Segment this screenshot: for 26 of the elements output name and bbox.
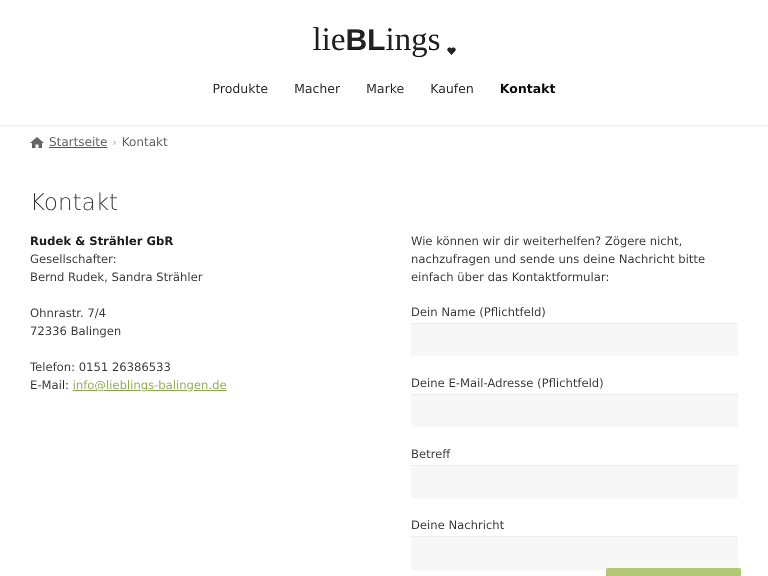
nav-link[interactable]: Produkte: [212, 81, 268, 96]
field-label: Betreff: [411, 446, 452, 463]
logo[interactable]: lieBLings: [312, 24, 440, 57]
nav-link[interactable]: Kontakt: [500, 81, 556, 96]
field-label: Deine Nachricht: [411, 517, 506, 534]
breadcrumb-link[interactable]: Startseite: [49, 135, 108, 149]
message-field[interactable]: [411, 536, 738, 570]
home-icon: [30, 136, 44, 148]
city-text: 72336 Balingen: [30, 323, 122, 340]
nav-link[interactable]: Kaufen: [430, 81, 474, 96]
field-label: Dein Name (Pflichtfeld): [411, 304, 547, 321]
email-label: E-Mail:: [30, 378, 69, 392]
field-label: Deine E-Mail-Adresse (Pflichtfeld): [411, 375, 605, 392]
nav-link[interactable]: Marke: [366, 81, 404, 96]
breadcrumb-separator: ›: [112, 136, 117, 148]
address-line: Bernd Rudek, Sandra Strähler: [30, 269, 204, 286]
breadcrumb-current: Kontakt: [122, 135, 168, 149]
floating-button[interactable]: [606, 568, 741, 576]
company-name: Rudek & Strähler GbR: [30, 233, 174, 250]
nav-link[interactable]: Macher: [294, 81, 340, 96]
phone-text: Telefon: 0151 26386533: [30, 359, 172, 376]
intro-text: Wie können wir dir weiterhelfen? Zögere nicht, nachzufragen und sende uns deine Nachricht bitte einfach über das Kontaktformular:: [411, 233, 706, 286]
street-text: Ohnrastr. 7/4: [30, 305, 108, 322]
address-line: Gesellschafter:: [30, 251, 118, 268]
heart-icon: [446, 47, 456, 55]
page-title: Kontakt: [30, 190, 120, 216]
